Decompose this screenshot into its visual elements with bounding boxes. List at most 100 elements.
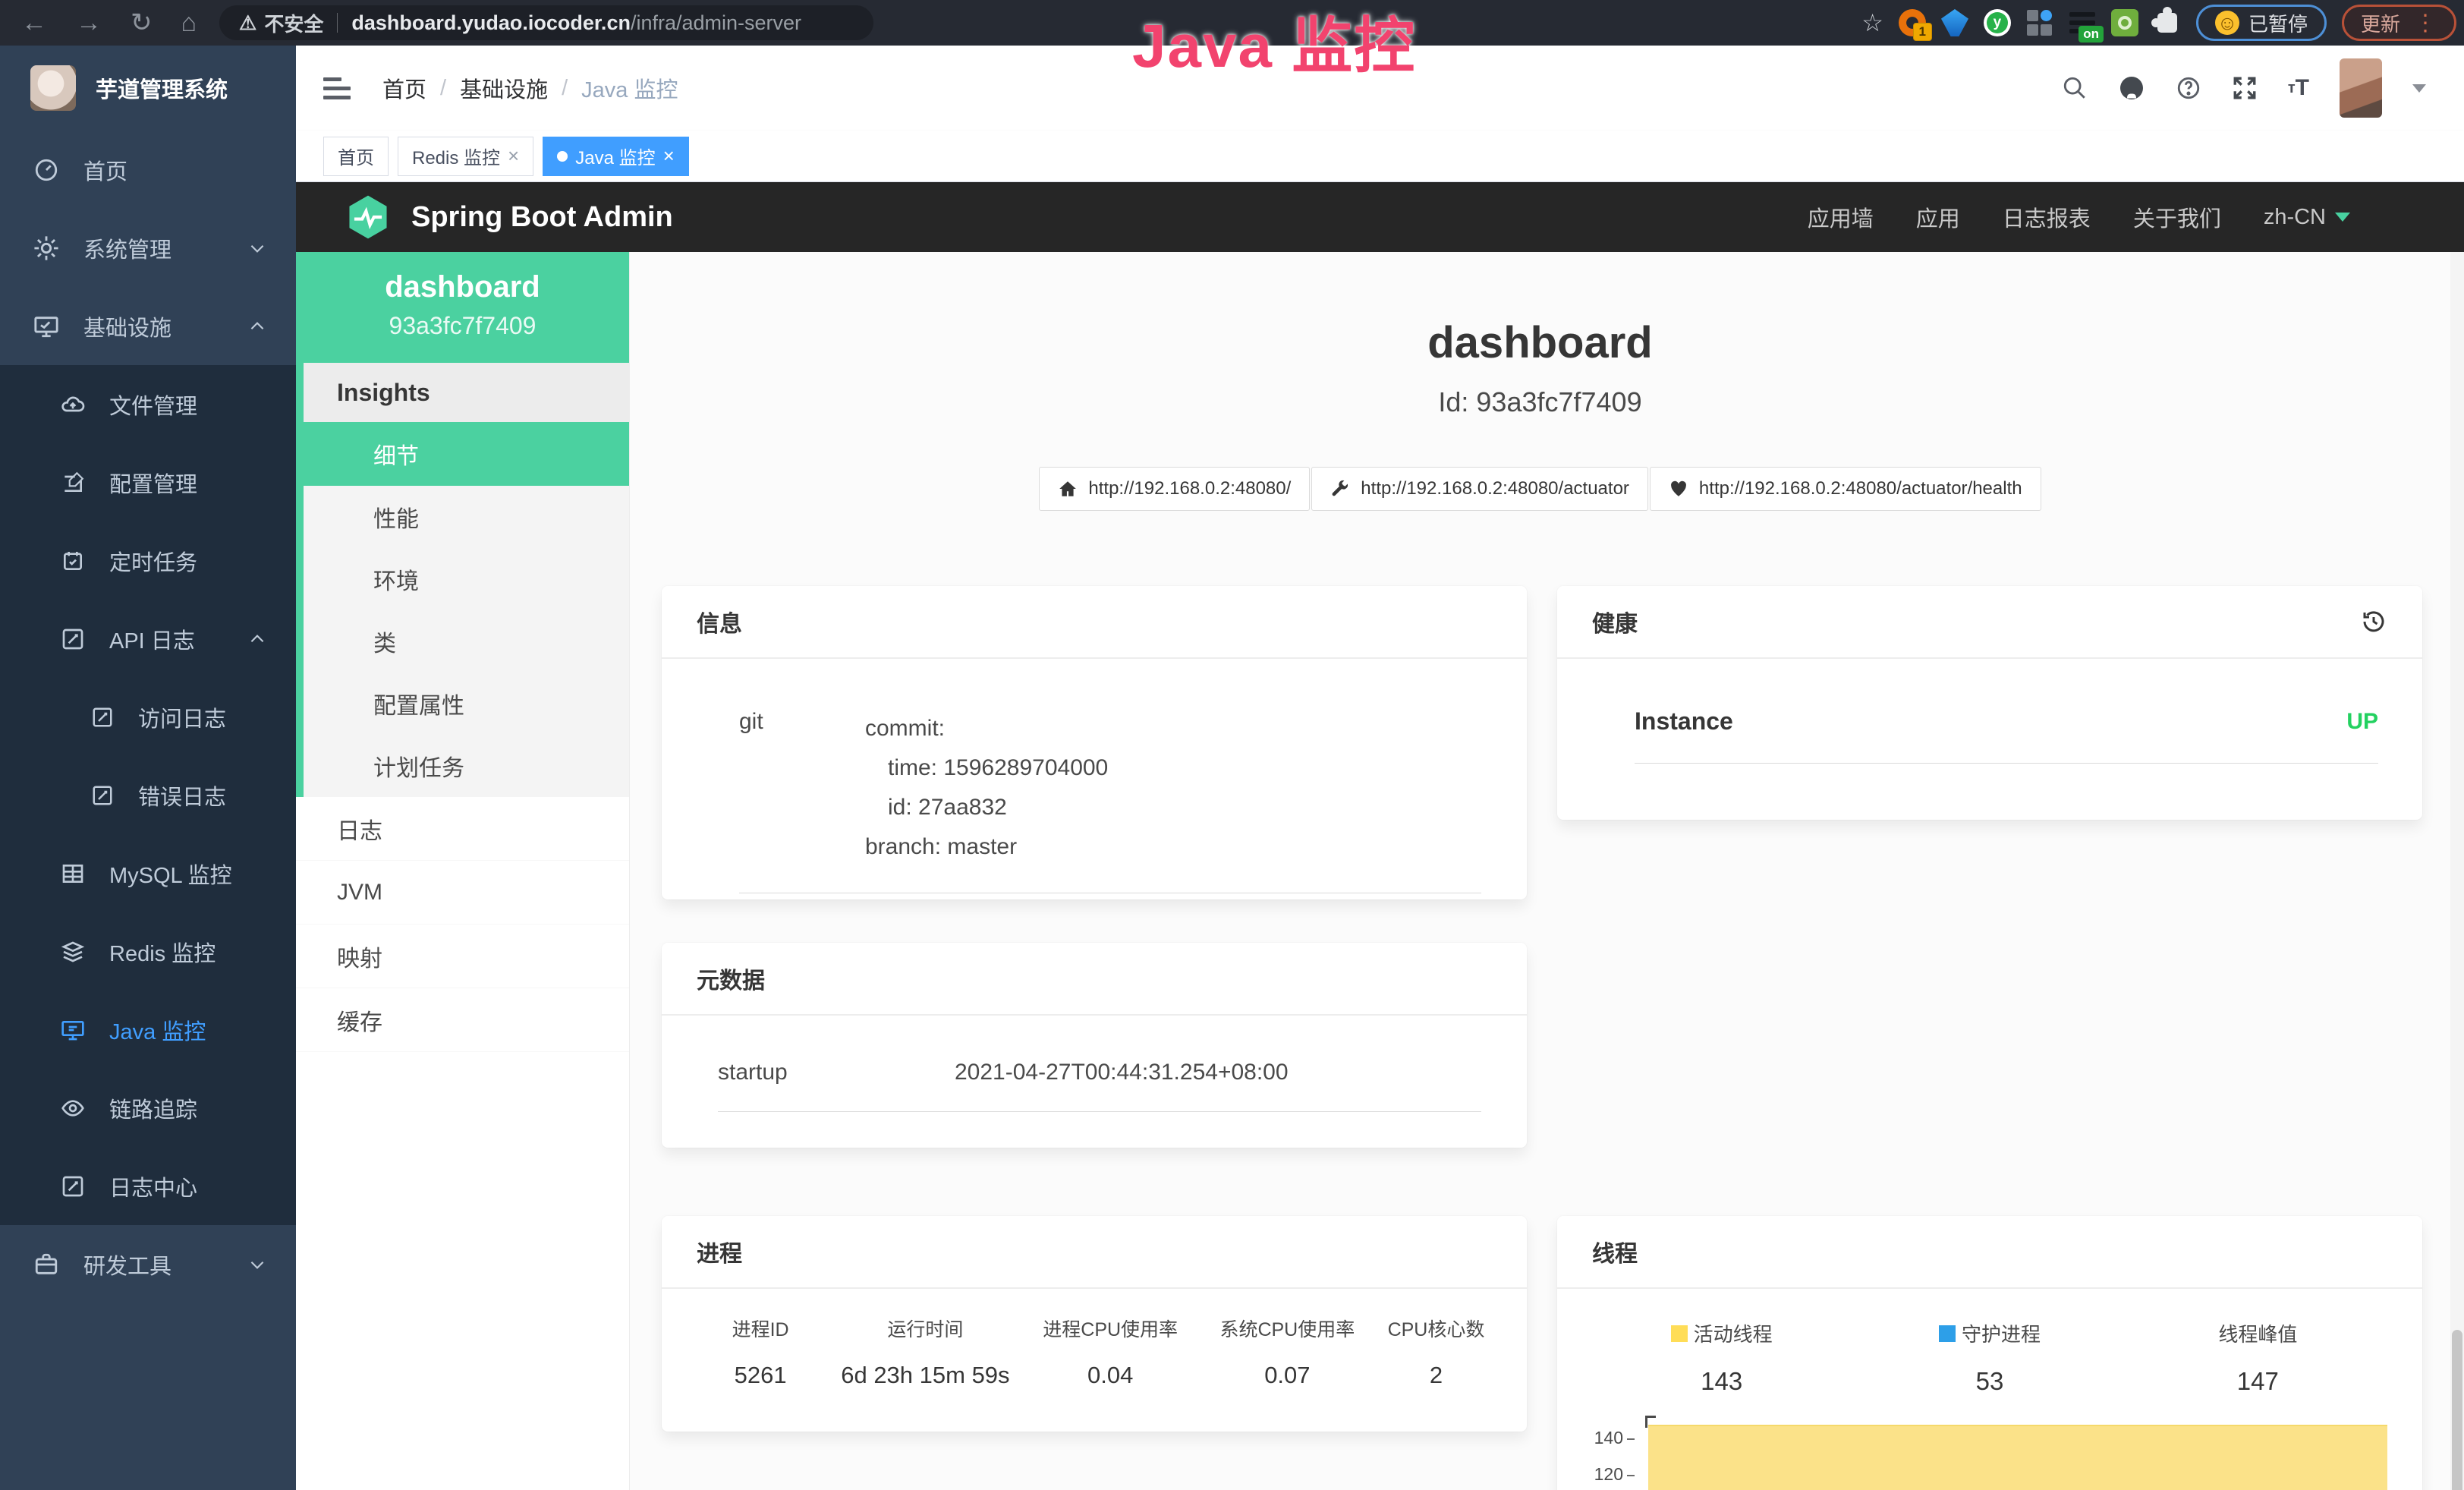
extension-blue-icon[interactable] xyxy=(1941,9,1968,36)
sba-body: dashboard 93a3fc7f7409 Insights 细节 性能 环境… xyxy=(296,252,2464,1490)
user-menu-caret-icon[interactable] xyxy=(2412,84,2426,93)
tab-home[interactable]: 首页 xyxy=(323,137,389,176)
actuator-url-button[interactable]: http://192.168.0.2:48080/actuator xyxy=(1311,467,1648,511)
active-dot xyxy=(557,151,568,162)
sidebar-item-config-manage[interactable]: 配置管理 xyxy=(0,443,296,521)
sba-nav-about[interactable]: 关于我们 xyxy=(2133,201,2221,233)
not-secure-warning-icon: ⚠ xyxy=(239,11,256,35)
sidebar-item-error-logs[interactable]: 错误日志 xyxy=(0,756,296,834)
sidebar-item-redis-monitor[interactable]: Redis 监控 xyxy=(0,912,296,991)
scrollbar[interactable] xyxy=(2450,252,2464,1490)
scrollbar-thumb[interactable] xyxy=(2452,1330,2462,1490)
sidebar-item-tracing[interactable]: 链路追踪 xyxy=(0,1069,296,1147)
table-icon xyxy=(61,862,85,886)
health-instance-row[interactable]: Instance UP xyxy=(1635,707,2378,764)
info-git-value: commit: time: 1596289704000 id: 27aa832 … xyxy=(865,709,1108,867)
chevron-down-icon xyxy=(247,1255,267,1274)
sidebar-item-access-logs[interactable]: 访问日志 xyxy=(0,678,296,756)
instance-urls: http://192.168.0.2:48080/ http://192.168… xyxy=(630,467,2450,511)
sba-nav-applications[interactable]: 应用 xyxy=(1916,201,1960,233)
help-icon[interactable] xyxy=(2176,75,2201,101)
sba-side-item-mappings[interactable]: 映射 xyxy=(296,925,629,988)
sidebar-item-api-logs[interactable]: API 日志 xyxy=(0,600,296,678)
ytick-120: 120 xyxy=(1588,1464,1635,1485)
browser-menu-icon[interactable]: ⋮ xyxy=(2414,10,2437,36)
sync-paused-pill[interactable]: ☺ 已暂停 xyxy=(2196,5,2327,41)
extension-grid-icon[interactable] xyxy=(2026,9,2053,36)
sidebar-item-java-monitor[interactable]: Java 监控 xyxy=(0,991,296,1069)
threads-card: 线程 活动线程 143 xyxy=(1557,1216,2422,1490)
hamburger-icon[interactable] xyxy=(323,77,351,99)
health-url-button[interactable]: http://192.168.0.2:48080/actuator/health xyxy=(1650,467,2041,511)
sidebar-item-system[interactable]: 系统管理 xyxy=(0,209,296,287)
sidebar-item-file-manage[interactable]: 文件管理 xyxy=(0,365,296,443)
service-url-button[interactable]: http://192.168.0.2:48080/ xyxy=(1039,467,1310,511)
address-bar[interactable]: ⚠ 不安全 dashboard.yudao.iocoder.cn/infra/a… xyxy=(219,5,873,40)
extension-key-icon[interactable] xyxy=(2111,9,2138,36)
instance-sidebar: dashboard 93a3fc7f7409 Insights 细节 性能 环境… xyxy=(296,252,630,1490)
sba-brand[interactable]: Spring Boot Admin xyxy=(345,194,673,241)
sidebar-item-scheduled-jobs[interactable]: 定时任务 xyxy=(0,521,296,600)
chevron-up-icon xyxy=(247,317,267,336)
browser-home-icon[interactable]: ⌂ xyxy=(181,8,197,38)
sba-nav-wallboard[interactable]: 应用墙 xyxy=(1808,201,1874,233)
monitor-icon xyxy=(33,313,59,339)
legend-blue-swatch xyxy=(1939,1325,1956,1342)
chevron-down-icon xyxy=(247,238,267,258)
page-title: dashboard xyxy=(630,317,2450,368)
extension-orange-icon[interactable]: 1 xyxy=(1899,9,1926,36)
insights-item-classes[interactable]: 类 xyxy=(304,610,629,673)
process-table-header-row: 进程ID 运行时间 进程CPU使用率 系统CPU使用率 CPU核心数 xyxy=(692,1315,1496,1362)
close-icon[interactable]: × xyxy=(663,144,675,168)
insights-item-details[interactable]: 细节 xyxy=(304,422,629,486)
update-button[interactable]: 更新 ⋮ xyxy=(2342,5,2456,41)
bookmark-star-icon[interactable]: ☆ xyxy=(1861,8,1883,37)
extension-green-icon[interactable]: y xyxy=(1984,9,2011,36)
sba-side-item-jvm[interactable]: JVM xyxy=(296,861,629,925)
sba-brand-name: Spring Boot Admin xyxy=(411,201,673,234)
insights-item-scheduled-tasks[interactable]: 计划任务 xyxy=(304,735,629,797)
page-instance-id: Id: 93a3fc7f7409 xyxy=(630,386,2450,418)
sba-nav-journal[interactable]: 日志报表 xyxy=(2003,201,2091,233)
process-table: 进程ID 运行时间 进程CPU使用率 系统CPU使用率 CPU核心数 5261 … xyxy=(692,1315,1496,1389)
breadcrumb-infra[interactable]: 基础设施 xyxy=(460,72,548,104)
tab-java-monitor[interactable]: Java 监控 × xyxy=(543,137,689,176)
close-icon[interactable]: × xyxy=(508,144,519,168)
insights-item-environment[interactable]: 环境 xyxy=(304,548,629,610)
sba-side-item-logs[interactable]: 日志 xyxy=(296,797,629,861)
sidebar-item-mysql-monitor[interactable]: MySQL 监控 xyxy=(0,834,296,912)
breadcrumb-current: Java 监控 xyxy=(581,72,678,104)
extensions-puzzle-icon[interactable] xyxy=(2154,9,2181,36)
user-avatar[interactable] xyxy=(2340,58,2382,118)
paused-label: 已暂停 xyxy=(2248,9,2308,37)
col-process-cpu: 进程CPU使用率 xyxy=(1022,1315,1199,1362)
fullscreen-icon[interactable] xyxy=(2232,75,2258,101)
heart-icon xyxy=(1669,479,1688,499)
briefcase-icon xyxy=(33,1252,59,1277)
font-size-icon[interactable]: тT xyxy=(2288,75,2309,101)
breadcrumb-home[interactable]: 首页 xyxy=(382,72,426,104)
sidebar-item-infra[interactable]: 基础设施 xyxy=(0,287,296,365)
search-icon[interactable] xyxy=(2062,75,2088,101)
sba-language-select[interactable]: zh-CN xyxy=(2264,205,2350,230)
tab-redis-monitor[interactable]: Redis 监控 × xyxy=(398,137,533,176)
sidebar-item-dev-tools[interactable]: 研发工具 xyxy=(0,1225,296,1303)
extension-list-icon[interactable]: on xyxy=(2069,9,2096,36)
back-icon[interactable]: ← xyxy=(21,8,47,38)
sba-side-item-caches[interactable]: 缓存 xyxy=(296,988,629,1052)
history-icon[interactable] xyxy=(2360,608,2387,635)
reload-icon[interactable]: ↻ xyxy=(131,8,153,38)
info-card: 信息 git commit: time: 1596289704000 id: 2… xyxy=(662,586,1527,899)
github-icon[interactable] xyxy=(2118,74,2145,102)
metadata-row-value: 2021-04-27T00:44:31.254+08:00 xyxy=(955,1060,1289,1085)
app-logo-row[interactable]: 芋道管理系统 xyxy=(0,46,296,131)
sidebar-item-log-center[interactable]: 日志中心 xyxy=(0,1147,296,1225)
divider xyxy=(337,13,338,33)
sidebar-item-home[interactable]: 首页 xyxy=(0,131,296,209)
forward-icon[interactable]: → xyxy=(76,8,102,38)
threads-legend: 活动线程 143 守护进程 53 xyxy=(1588,1319,2392,1396)
status-badge: UP xyxy=(2346,709,2378,735)
insights-item-config-props[interactable]: 配置属性 xyxy=(304,673,629,735)
val-system-cpu: 0.07 xyxy=(1199,1362,1376,1389)
insights-item-metrics[interactable]: 性能 xyxy=(304,486,629,548)
